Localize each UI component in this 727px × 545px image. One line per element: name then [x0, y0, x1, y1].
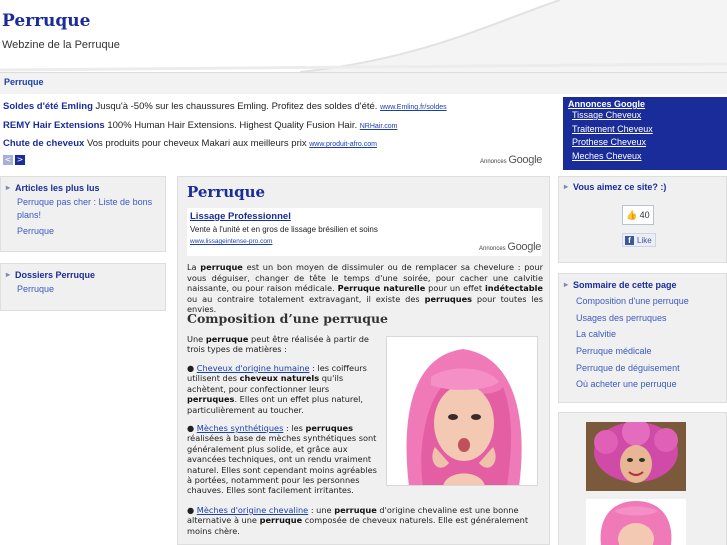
ads-by-google-label[interactable]: Annonces Google [479, 241, 541, 253]
like-count-value: 40 [639, 210, 650, 220]
ads-by-google-label[interactable]: Annonces Google [480, 154, 542, 166]
toc-link[interactable]: Usages des perruques [576, 313, 667, 323]
intro-paragraph: La perruque est un bon moyen de dissimul… [187, 262, 543, 315]
ad-row[interactable]: Chute de cheveux Vos produits pour cheve… [3, 138, 377, 149]
ad-text: Jusqu'à -50% sur les chaussures Emling. … [92, 101, 381, 112]
sidebar-link[interactable]: Perruque [6, 225, 161, 238]
toc-link[interactable]: Composition d'une perruque [576, 296, 689, 306]
breadcrumb-bar: Perruque [0, 72, 727, 94]
header-swoosh-decoration [0, 0, 727, 72]
popular-articles-box: Articles les plus lus Perruque pas cher … [0, 176, 166, 252]
wig-thumbnail[interactable] [586, 499, 686, 545]
right-ads-box: Annonces Google Tissage Cheveux Traiteme… [563, 97, 727, 170]
breadcrumb[interactable]: Perruque [4, 77, 44, 87]
bullet-link[interactable]: Mèches d'origine chevaline [197, 505, 308, 515]
main-content: Perruque Lissage Professionnel Vente à l… [177, 176, 550, 545]
wig-thumbnail-image [586, 499, 686, 545]
sidebar-link[interactable]: Perruque [6, 283, 161, 296]
like-count: 👍 40 [622, 205, 654, 225]
ad-url[interactable]: www.produit-afro.com [309, 141, 377, 148]
ad-title[interactable]: REMY Hair Extensions [3, 120, 105, 131]
right-ads-title[interactable]: Annonces Google [568, 99, 645, 109]
wig-thumbnail[interactable] [586, 422, 686, 491]
site-header: Perruque Webzine de la Perruque [0, 0, 727, 72]
ad-url[interactable]: NRHair.com [360, 123, 398, 130]
right-ad-link[interactable]: Traitement Cheveux [572, 123, 722, 137]
inline-ad-url[interactable]: www.lissageintense-pro.com [190, 238, 272, 245]
ads-by-text: Annonces [479, 246, 506, 252]
dossiers-box: Dossiers Perruque Perruque [0, 263, 166, 311]
right-ad-link[interactable]: Meches Cheveux [572, 150, 722, 164]
ad-next-button[interactable]: > [15, 155, 25, 165]
ad-pager: < > [3, 155, 25, 165]
page-title: Perruque [187, 183, 266, 201]
dossiers-title: Dossiers Perruque [6, 270, 161, 280]
pink-wig-woman-image [387, 337, 537, 485]
like-box-title: Vous aimez ce site? :) [564, 182, 666, 192]
top-ad-block: Soldes d'été Emling Jusqu'à -50% sur les… [0, 97, 553, 170]
ad-title[interactable]: Soldes d'été Emling [3, 101, 93, 112]
site-title[interactable]: Perruque [2, 11, 90, 31]
wig-photo [386, 336, 538, 486]
site-tagline: Webzine de la Perruque [2, 39, 120, 51]
ads-by-text: Annonces [480, 159, 507, 165]
ad-text: Vos produits pour cheveux Makari aux mei… [84, 138, 310, 149]
facebook-icon: f [625, 235, 634, 245]
list-item: ● Mèches synthétiques : les perruques ré… [187, 423, 377, 496]
toc-link[interactable]: Perruque médicale [576, 346, 652, 356]
toc-link[interactable]: La calvitie [576, 329, 616, 339]
toc-link[interactable]: Perruque de déguisement [576, 363, 680, 373]
bullet-link[interactable]: Mèches synthétiques [197, 423, 284, 433]
thumbs-up-icon: 👍 [626, 209, 638, 220]
ad-url[interactable]: www.Emling.fr/soldes [380, 104, 447, 111]
ad-prev-button[interactable]: < [3, 155, 13, 165]
sidebar-link[interactable]: Perruque pas cher : Liste de bons plans! [6, 196, 161, 222]
section-heading: Composition d’une perruque [187, 311, 388, 326]
bullet-link[interactable]: Cheveux d'origine humaine [197, 363, 310, 373]
popular-articles-title: Articles les plus lus [6, 183, 161, 193]
right-ad-link[interactable]: Prothese Cheveux [572, 136, 722, 150]
google-logo: Google [507, 241, 542, 253]
inline-ad-text: Vente à l'unité et en gros de lissage br… [190, 225, 378, 234]
list-item: ● Mèches d'origine chevaline : une perru… [187, 505, 529, 536]
ad-row[interactable]: Soldes d'été Emling Jusqu'à -50% sur les… [3, 101, 447, 112]
wig-thumbnail-image [586, 422, 686, 491]
ad-title[interactable]: Chute de cheveux [3, 138, 84, 149]
like-label: Like [637, 235, 652, 245]
composition-intro: Une perruque peut être réalisée à partir… [187, 334, 369, 355]
google-logo: Google [508, 154, 543, 166]
inline-ad-title[interactable]: Lissage Professionnel [190, 211, 291, 222]
ad-text: 100% Human Hair Extensions. Highest Qual… [104, 120, 360, 131]
toc-link[interactable]: Où acheter une perruque [576, 379, 677, 389]
list-item: ● Cheveux d'origine humaine : les coiffe… [187, 363, 367, 415]
inline-ad[interactable]: Lissage Professionnel Vente à l'unité et… [187, 208, 542, 256]
summary-title: Sommaire de cette page [564, 280, 677, 290]
right-ad-link[interactable]: Tissage Cheveux [572, 109, 722, 123]
ad-row[interactable]: REMY Hair Extensions 100% Human Hair Ext… [3, 120, 397, 131]
facebook-like-button[interactable]: f Like [622, 233, 656, 247]
